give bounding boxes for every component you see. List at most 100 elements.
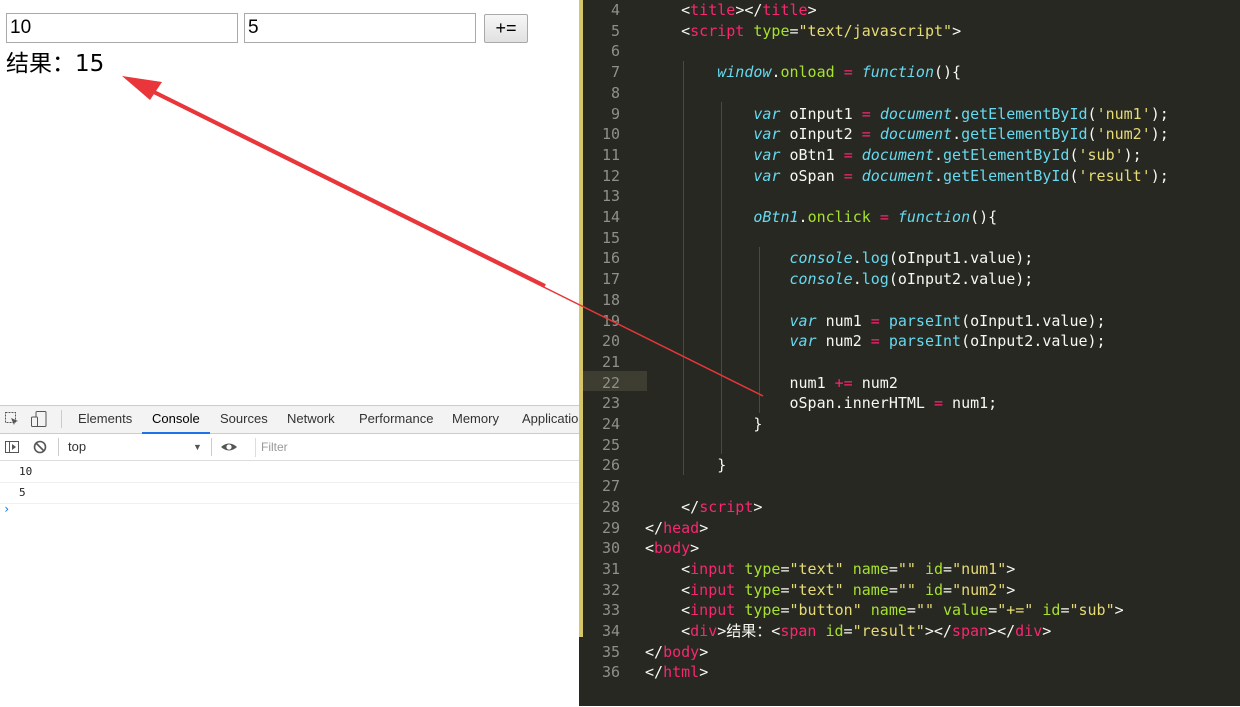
line-number: 30 [601, 539, 620, 558]
code-line: 10 var oInput2 = document.getElementById… [579, 124, 1240, 145]
console-toolbar: top ▼ Filter [0, 434, 579, 461]
code-line: 4 <title></title> [579, 0, 1240, 21]
line-number: 8 [610, 83, 620, 102]
line-number: 13 [601, 187, 620, 206]
clear-console-icon[interactable] [32, 439, 48, 455]
line-number: 32 [601, 580, 620, 599]
line-number: 27 [601, 477, 620, 496]
code-line: 19 var num1 = parseInt(oInput1.value); [579, 311, 1240, 332]
line-number: 4 [610, 1, 620, 19]
code-text: window.onload = function(){ [717, 63, 962, 82]
line-number: 11 [601, 145, 620, 164]
code-text: </body> [645, 642, 709, 661]
line-number: 17 [601, 270, 620, 289]
code-text: } [645, 456, 727, 475]
line-number: 36 [601, 663, 620, 682]
code-line: 36 </html> [579, 662, 1240, 683]
code-text: </head> [645, 518, 709, 537]
code-line: 18 [579, 290, 1240, 311]
code-text: <input type="text" name="" id="num1"> [681, 559, 1016, 578]
code-line: 32 <input type="text" name="" id="num2"> [579, 580, 1240, 601]
devtools-panel: Elements Console Sources Network Performance… [0, 405, 586, 707]
line-number: 5 [610, 21, 620, 40]
code-line: 14 oBtn1.onclick = function(){ [579, 207, 1240, 228]
code-text: <title></title> [681, 1, 817, 19]
code-line: 23 oSpan.innerHTML = num1; [579, 393, 1240, 414]
line-number: 28 [601, 497, 620, 516]
tab-performance[interactable]: Performance [359, 406, 433, 432]
filter-input[interactable]: Filter [255, 438, 579, 457]
code-line: 28 </script> [579, 497, 1240, 518]
console-prompt[interactable]: › [3, 502, 10, 516]
code-line: 15 [579, 228, 1240, 249]
num1-input[interactable]: 10 [6, 13, 238, 43]
code-text: num1 += num2 [645, 373, 898, 392]
code-text: </html> [645, 663, 709, 682]
code-line: 29 </head> [579, 518, 1240, 539]
line-number: 7 [610, 63, 620, 82]
line-number: 14 [601, 208, 620, 226]
toolbar-divider [211, 438, 212, 456]
line-number: 29 [601, 518, 620, 537]
code-line: 26 } [579, 455, 1240, 476]
line-number: 35 [601, 642, 620, 661]
code-line: 27 [579, 476, 1240, 497]
tab-network[interactable]: Network [287, 406, 335, 432]
code-text: <div>结果：<span id="result"></span></div> [681, 622, 1052, 640]
code-line: 6 [579, 41, 1240, 62]
tab-sources[interactable]: Sources [220, 406, 268, 432]
code-line: 12 var oSpan = document.getElementById('… [579, 166, 1240, 187]
inspect-element-icon[interactable] [4, 411, 20, 427]
code-line: 7 window.onload = function(){ [579, 62, 1240, 83]
context-selector[interactable]: top ▼ [64, 434, 204, 460]
result-text: 结果：15 [6, 51, 105, 77]
tab-elements[interactable]: Elements [78, 406, 132, 432]
code-line: 20 var num2 = parseInt(oInput2.value); [579, 331, 1240, 352]
device-toggle-icon[interactable] [30, 410, 48, 428]
line-number: 18 [601, 290, 620, 309]
line-number: 26 [601, 456, 620, 475]
code-text: oBtn1.onclick = function(){ [753, 208, 998, 226]
code-text: } [645, 415, 763, 433]
code-line: 22 num1 += num2 [579, 373, 1240, 394]
code-text: <body> [645, 539, 700, 558]
line-number: 10 [601, 125, 620, 144]
tab-memory[interactable]: Memory [452, 406, 499, 432]
code-text: <input type="button" name="" value="+=" … [681, 601, 1124, 620]
sidebar-toggle-icon[interactable] [4, 439, 20, 455]
code-line: 11 var oBtn1 = document.getElementById('… [579, 145, 1240, 166]
code-text: var oInput2 = document.getElementById('n… [753, 125, 1169, 144]
line-number: 23 [601, 394, 620, 413]
code-line: 16 console.log(oInput1.value); [579, 248, 1240, 269]
line-number: 20 [601, 332, 620, 351]
line-number: 9 [610, 104, 620, 123]
code-line: 8 [579, 83, 1240, 104]
num2-input[interactable]: 5 [244, 13, 476, 43]
code-line: 13 [579, 186, 1240, 207]
line-number: 34 [601, 622, 620, 640]
code-text: oSpan.innerHTML = num1; [645, 394, 998, 413]
line-number: 31 [601, 559, 620, 578]
line-number: 6 [610, 42, 620, 61]
tab-console[interactable]: Console [142, 406, 210, 434]
code-line: 9 var oInput1 = document.getElementById(… [579, 104, 1240, 125]
line-number: 24 [601, 415, 620, 433]
code-line: 5 <script type="text/javascript"> [579, 21, 1240, 42]
line-number: 19 [601, 311, 620, 330]
line-number: 22 [601, 373, 620, 392]
code-editor[interactable]: 4 <title></title> 5 <script type="text/ja… [579, 0, 1240, 706]
devtools-tab-bar: Elements Console Sources Network Performance… [0, 406, 586, 434]
code-text: console.log(oInput2.value); [789, 270, 1034, 289]
console-log-value: 10 [19, 465, 33, 478]
code-text: var num1 = parseInt(oInput1.value); [789, 311, 1106, 330]
code-line: 34 <div>结果：<span id="result"></span></di… [579, 621, 1240, 642]
console-log-row: 10 [0, 462, 579, 483]
line-number: 33 [601, 601, 620, 620]
code-line: 35 </body> [579, 642, 1240, 663]
tab-application[interactable]: Application [522, 406, 586, 432]
add-assign-button[interactable]: += [484, 14, 528, 43]
code-text: var oInput1 = document.getElementById('n… [753, 104, 1169, 123]
line-number: 25 [601, 435, 620, 454]
code-text: </script> [681, 497, 763, 516]
eye-icon[interactable] [220, 439, 238, 455]
